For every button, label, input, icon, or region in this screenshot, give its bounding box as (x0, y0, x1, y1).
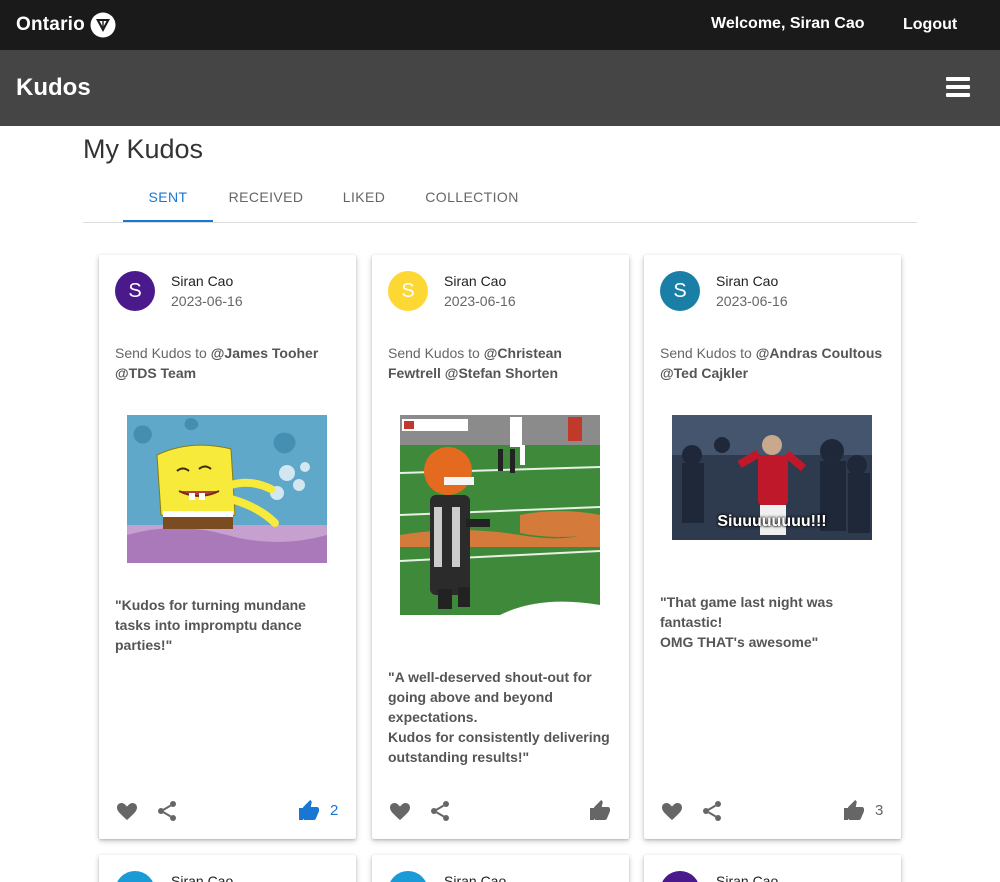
share-icon[interactable] (700, 799, 724, 823)
author-name: Siran Cao (444, 873, 507, 882)
like-count: 2 (330, 802, 339, 819)
tab-sent[interactable]: SENT (123, 172, 213, 222)
heart-icon[interactable] (115, 799, 139, 823)
app-title[interactable]: Kudos (16, 74, 91, 102)
kudos-card: S Siran Cao 2023-06-16 Send Kudos to @Ch… (372, 255, 629, 839)
heart-icon[interactable] (388, 799, 412, 823)
kudos-message: "That game last night was fantastic! OMG… (660, 572, 890, 652)
send-prefix: Send Kudos to (660, 345, 756, 361)
tab-received[interactable]: RECEIVED (219, 172, 313, 222)
author-name: Siran Cao (171, 873, 234, 882)
card-actions: 2 (115, 799, 340, 825)
thumb-up-icon[interactable] (588, 799, 612, 823)
author-name: Siran Cao (444, 273, 507, 289)
tab-collection[interactable]: COLLECTION (417, 172, 527, 222)
brand-text: Ontario (16, 14, 85, 35)
kudos-card: S Siran Cao 2023-06-16 Send Kudos to @An… (644, 255, 901, 839)
tab-bar: SENT RECEIVED LIKED COLLECTION (83, 172, 917, 223)
avatar (115, 871, 155, 882)
avatar: S (115, 271, 155, 311)
send-to-line: Send Kudos to @James Tooher @TDS Team (115, 343, 340, 383)
card-actions: 3 (660, 799, 885, 825)
kudos-card: S Siran Cao 2023-06-16 Send Kudos to @Ja… (99, 255, 356, 839)
post-date: 2023-06-16 (171, 293, 243, 309)
avatar (660, 871, 700, 882)
message-text: "That game last night was fantastic! OMG… (660, 594, 834, 650)
share-icon[interactable] (428, 799, 452, 823)
football-gif (400, 415, 600, 615)
author-name: Siran Cao (716, 273, 779, 289)
send-prefix: Send Kudos to (115, 345, 211, 361)
author-name: Siran Cao (171, 273, 234, 289)
trillium-icon (90, 12, 116, 38)
author-name: Siran Cao (716, 873, 779, 882)
ontario-logo[interactable]: Ontario (16, 12, 116, 38)
gif-caption: Siuuuuuuuu!!! (717, 513, 827, 530)
tab-liked[interactable]: LIKED (329, 172, 399, 222)
like-count: 3 (875, 802, 884, 819)
post-date: 2023-06-16 (444, 293, 516, 309)
thumb-up-icon[interactable] (297, 799, 321, 823)
welcome-text: Welcome, Siran Cao (711, 15, 865, 32)
kudos-message: "Kudos for turning mundane tasks into im… (115, 597, 306, 653)
send-prefix: Send Kudos to (388, 345, 484, 361)
app-bar: Kudos (0, 50, 1000, 126)
avatar: S (388, 271, 428, 311)
send-to-line: Send Kudos to @Andras Coultous @Ted Cajk… (660, 343, 885, 383)
heart-icon[interactable] (660, 799, 684, 823)
message-text: "A well-deserved shout-out for going abo… (388, 669, 610, 765)
avatar: S (660, 271, 700, 311)
thumb-up-icon[interactable] (842, 799, 866, 823)
kudos-card: Siran Cao (99, 855, 356, 882)
share-icon[interactable] (155, 799, 179, 823)
card-actions (388, 799, 613, 825)
top-bar: Ontario Welcome, Siran Cao Logout (0, 0, 1000, 50)
spongebob-gif (127, 415, 327, 563)
avatar (388, 871, 428, 882)
kudos-card: Siran Cao (372, 855, 629, 882)
send-to-line: Send Kudos to @Christean Fewtrell @Stefa… (388, 343, 613, 383)
hamburger-menu-icon[interactable] (946, 77, 970, 99)
soccer-gif: Siuuuuuuuu!!! (672, 415, 872, 540)
kudos-card: Siran Cao (644, 855, 901, 882)
logout-link[interactable]: Logout (903, 16, 957, 34)
post-date: 2023-06-16 (716, 293, 788, 309)
page-title: My Kudos (83, 134, 204, 164)
kudos-message: "A well-deserved shout-out for going abo… (388, 647, 618, 767)
